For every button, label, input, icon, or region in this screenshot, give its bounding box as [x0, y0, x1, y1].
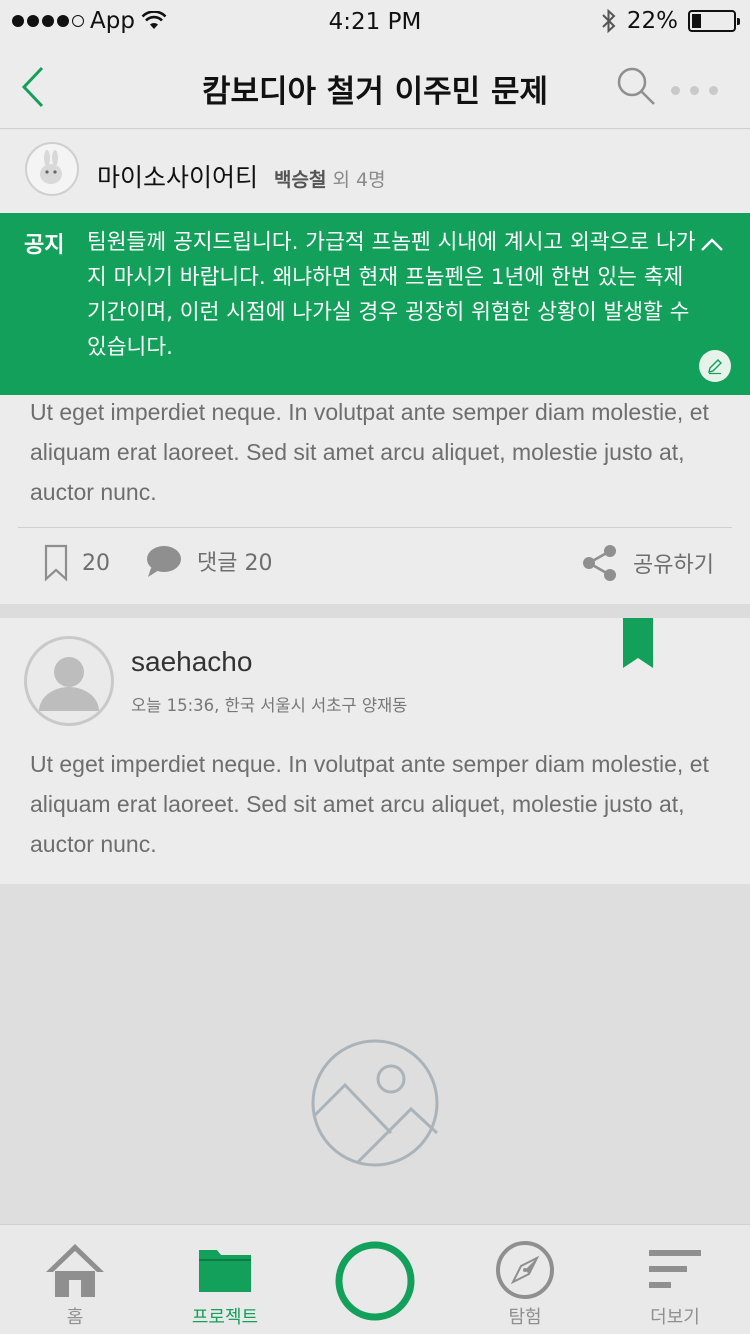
- tab-explore[interactable]: 탐험: [450, 1225, 600, 1334]
- tab-record[interactable]: [300, 1225, 450, 1334]
- post-card: Ut eget imperdiet neque. In volutpat ant…: [0, 395, 750, 605]
- post-card: saehacho 오늘 15:36, 한국 서울시 서초구 양재동 Ut ege…: [0, 618, 750, 884]
- bookmark-button[interactable]: [623, 618, 653, 670]
- home-icon: [0, 1239, 150, 1301]
- group-members: 백승철 외 4명: [274, 165, 386, 192]
- post-body: Ut eget imperdiet neque. In volutpat ant…: [30, 399, 709, 505]
- user-icon: [39, 657, 99, 711]
- tab-label: 더보기: [650, 1307, 700, 1328]
- group-header[interactable]: 마이소사이어티 백승철 외 4명: [0, 130, 750, 214]
- post-actions: 20 댓글 20 공유하기: [0, 528, 750, 598]
- bluetooth-icon: [602, 8, 616, 34]
- tab-home[interactable]: 홈: [0, 1225, 150, 1334]
- notice-tag: 공지: [24, 233, 65, 258]
- share-button[interactable]: 공유하기: [581, 544, 714, 582]
- app-screen: App 4:21 PM 22% 캄보디아 철거 이주민 문제 마이소사이어티 백…: [0, 0, 750, 1334]
- comment-icon: [147, 546, 181, 577]
- collapse-notice-button[interactable]: [698, 231, 726, 259]
- battery-percent: 22%: [626, 8, 678, 34]
- tab-label: 프로젝트: [191, 1307, 259, 1328]
- tab-bar: 홈 프로젝트 탐험 더보기: [0, 1224, 750, 1334]
- comment-label: 댓글 20: [197, 551, 273, 576]
- image-placeholder: [311, 1039, 441, 1169]
- bookmark-filled-icon: [623, 618, 653, 668]
- compass-icon: [450, 1239, 600, 1301]
- search-button[interactable]: [616, 66, 656, 106]
- group-leader: 백승철: [274, 169, 327, 191]
- avatar[interactable]: [24, 636, 114, 726]
- folder-icon: [150, 1239, 300, 1301]
- menu-icon: [600, 1239, 750, 1301]
- author-name[interactable]: saehacho: [131, 646, 252, 678]
- battery-level: [692, 14, 701, 28]
- share-label: 공유하기: [633, 553, 714, 578]
- chevron-up-icon: [701, 238, 723, 251]
- search-icon: [617, 67, 655, 105]
- edit-notice-button[interactable]: [699, 350, 731, 382]
- rabbit-icon: [40, 150, 62, 184]
- battery-icon: [688, 10, 740, 32]
- navigation-bar: 캄보디아 철거 이주민 문제: [0, 46, 750, 129]
- status-bar: App 4:21 PM 22%: [0, 0, 750, 46]
- tab-projects[interactable]: 프로젝트: [150, 1225, 300, 1334]
- group-others: 외 4명: [332, 169, 386, 191]
- tab-label: 홈: [66, 1307, 84, 1328]
- image-placeholder-icon: [311, 1039, 439, 1167]
- section-separator: [0, 604, 750, 618]
- notice-text: 팀원들께 공지드립니다. 가급적 프놈펜 시내에 계시고 외곽으로 나가지 마시…: [87, 230, 696, 360]
- more-options-button[interactable]: [671, 86, 718, 95]
- bookmark-count: 20: [82, 550, 110, 576]
- bookmark-icon: [44, 544, 68, 582]
- post-body: Ut eget imperdiet neque. In volutpat ant…: [30, 751, 709, 857]
- tab-label: 탐험: [508, 1307, 542, 1328]
- post-meta: 오늘 15:36, 한국 서울시 서초구 양재동: [131, 696, 408, 715]
- record-icon: [300, 1239, 450, 1323]
- pencil-icon: [708, 359, 722, 375]
- status-right: 22%: [601, 8, 740, 34]
- bookmark-button[interactable]: 20: [44, 544, 110, 582]
- image-area: [0, 884, 750, 1224]
- group-name: 마이소사이어티: [97, 163, 259, 192]
- tab-more[interactable]: 더보기: [600, 1225, 750, 1334]
- share-icon: [583, 545, 617, 581]
- comment-button[interactable]: 댓글 20: [145, 544, 272, 578]
- group-avatar: [25, 142, 79, 196]
- notice-banner: 공지 팀원들께 공지드립니다. 가급적 프놈펜 시내에 계시고 외곽으로 나가지…: [0, 213, 750, 395]
- more-icon: [671, 86, 680, 95]
